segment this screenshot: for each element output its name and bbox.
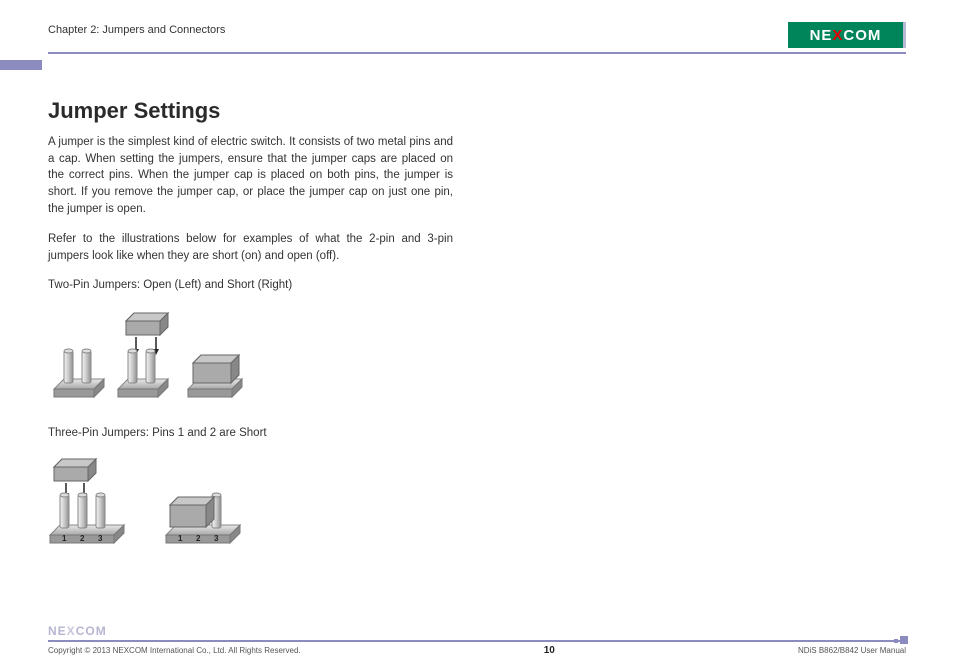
illustration-two-pin bbox=[48, 299, 453, 409]
nexcom-logo-top: NEXCOM bbox=[788, 22, 906, 48]
manual-name: NDiS B862/B842 User Manual bbox=[798, 646, 906, 655]
svg-text:2: 2 bbox=[196, 534, 201, 543]
footer-divider bbox=[48, 640, 906, 642]
page-header: Chapter 2: Jumpers and Connectors NEXCOM bbox=[48, 22, 906, 50]
page-number: 10 bbox=[544, 645, 555, 656]
section-tab bbox=[0, 60, 42, 70]
svg-text:3: 3 bbox=[98, 534, 103, 543]
illustration-three-pin: 1 2 3 1 2 bbox=[48, 447, 453, 557]
nexcom-logo-footer: NEXCOM bbox=[48, 624, 107, 638]
paragraph-refer: Refer to the illustrations below for exa… bbox=[48, 231, 453, 264]
caption-three-pin: Three-Pin Jumpers: Pins 1 and 2 are Shor… bbox=[48, 427, 453, 439]
caption-two-pin: Two-Pin Jumpers: Open (Left) and Short (… bbox=[48, 279, 453, 291]
header-divider bbox=[48, 52, 906, 54]
page-title: Jumper Settings bbox=[48, 98, 453, 124]
svg-text:1: 1 bbox=[178, 534, 183, 543]
logo-x-icon: X bbox=[67, 624, 76, 638]
copyright-text: Copyright © 2013 NEXCOM International Co… bbox=[48, 646, 301, 655]
chapter-title: Chapter 2: Jumpers and Connectors bbox=[48, 22, 225, 36]
logo-text: NEXCOM bbox=[810, 27, 882, 44]
svg-text:2: 2 bbox=[80, 534, 85, 543]
logo-x-icon: X bbox=[832, 27, 843, 44]
paragraph-intro: A jumper is the simplest kind of electri… bbox=[48, 134, 453, 217]
page-footer: NEXCOM Copyright © 2013 NEXCOM Internati… bbox=[48, 640, 906, 656]
svg-text:3: 3 bbox=[214, 534, 219, 543]
main-content: Jumper Settings A jumper is the simplest… bbox=[48, 98, 453, 557]
svg-text:1: 1 bbox=[62, 534, 67, 543]
